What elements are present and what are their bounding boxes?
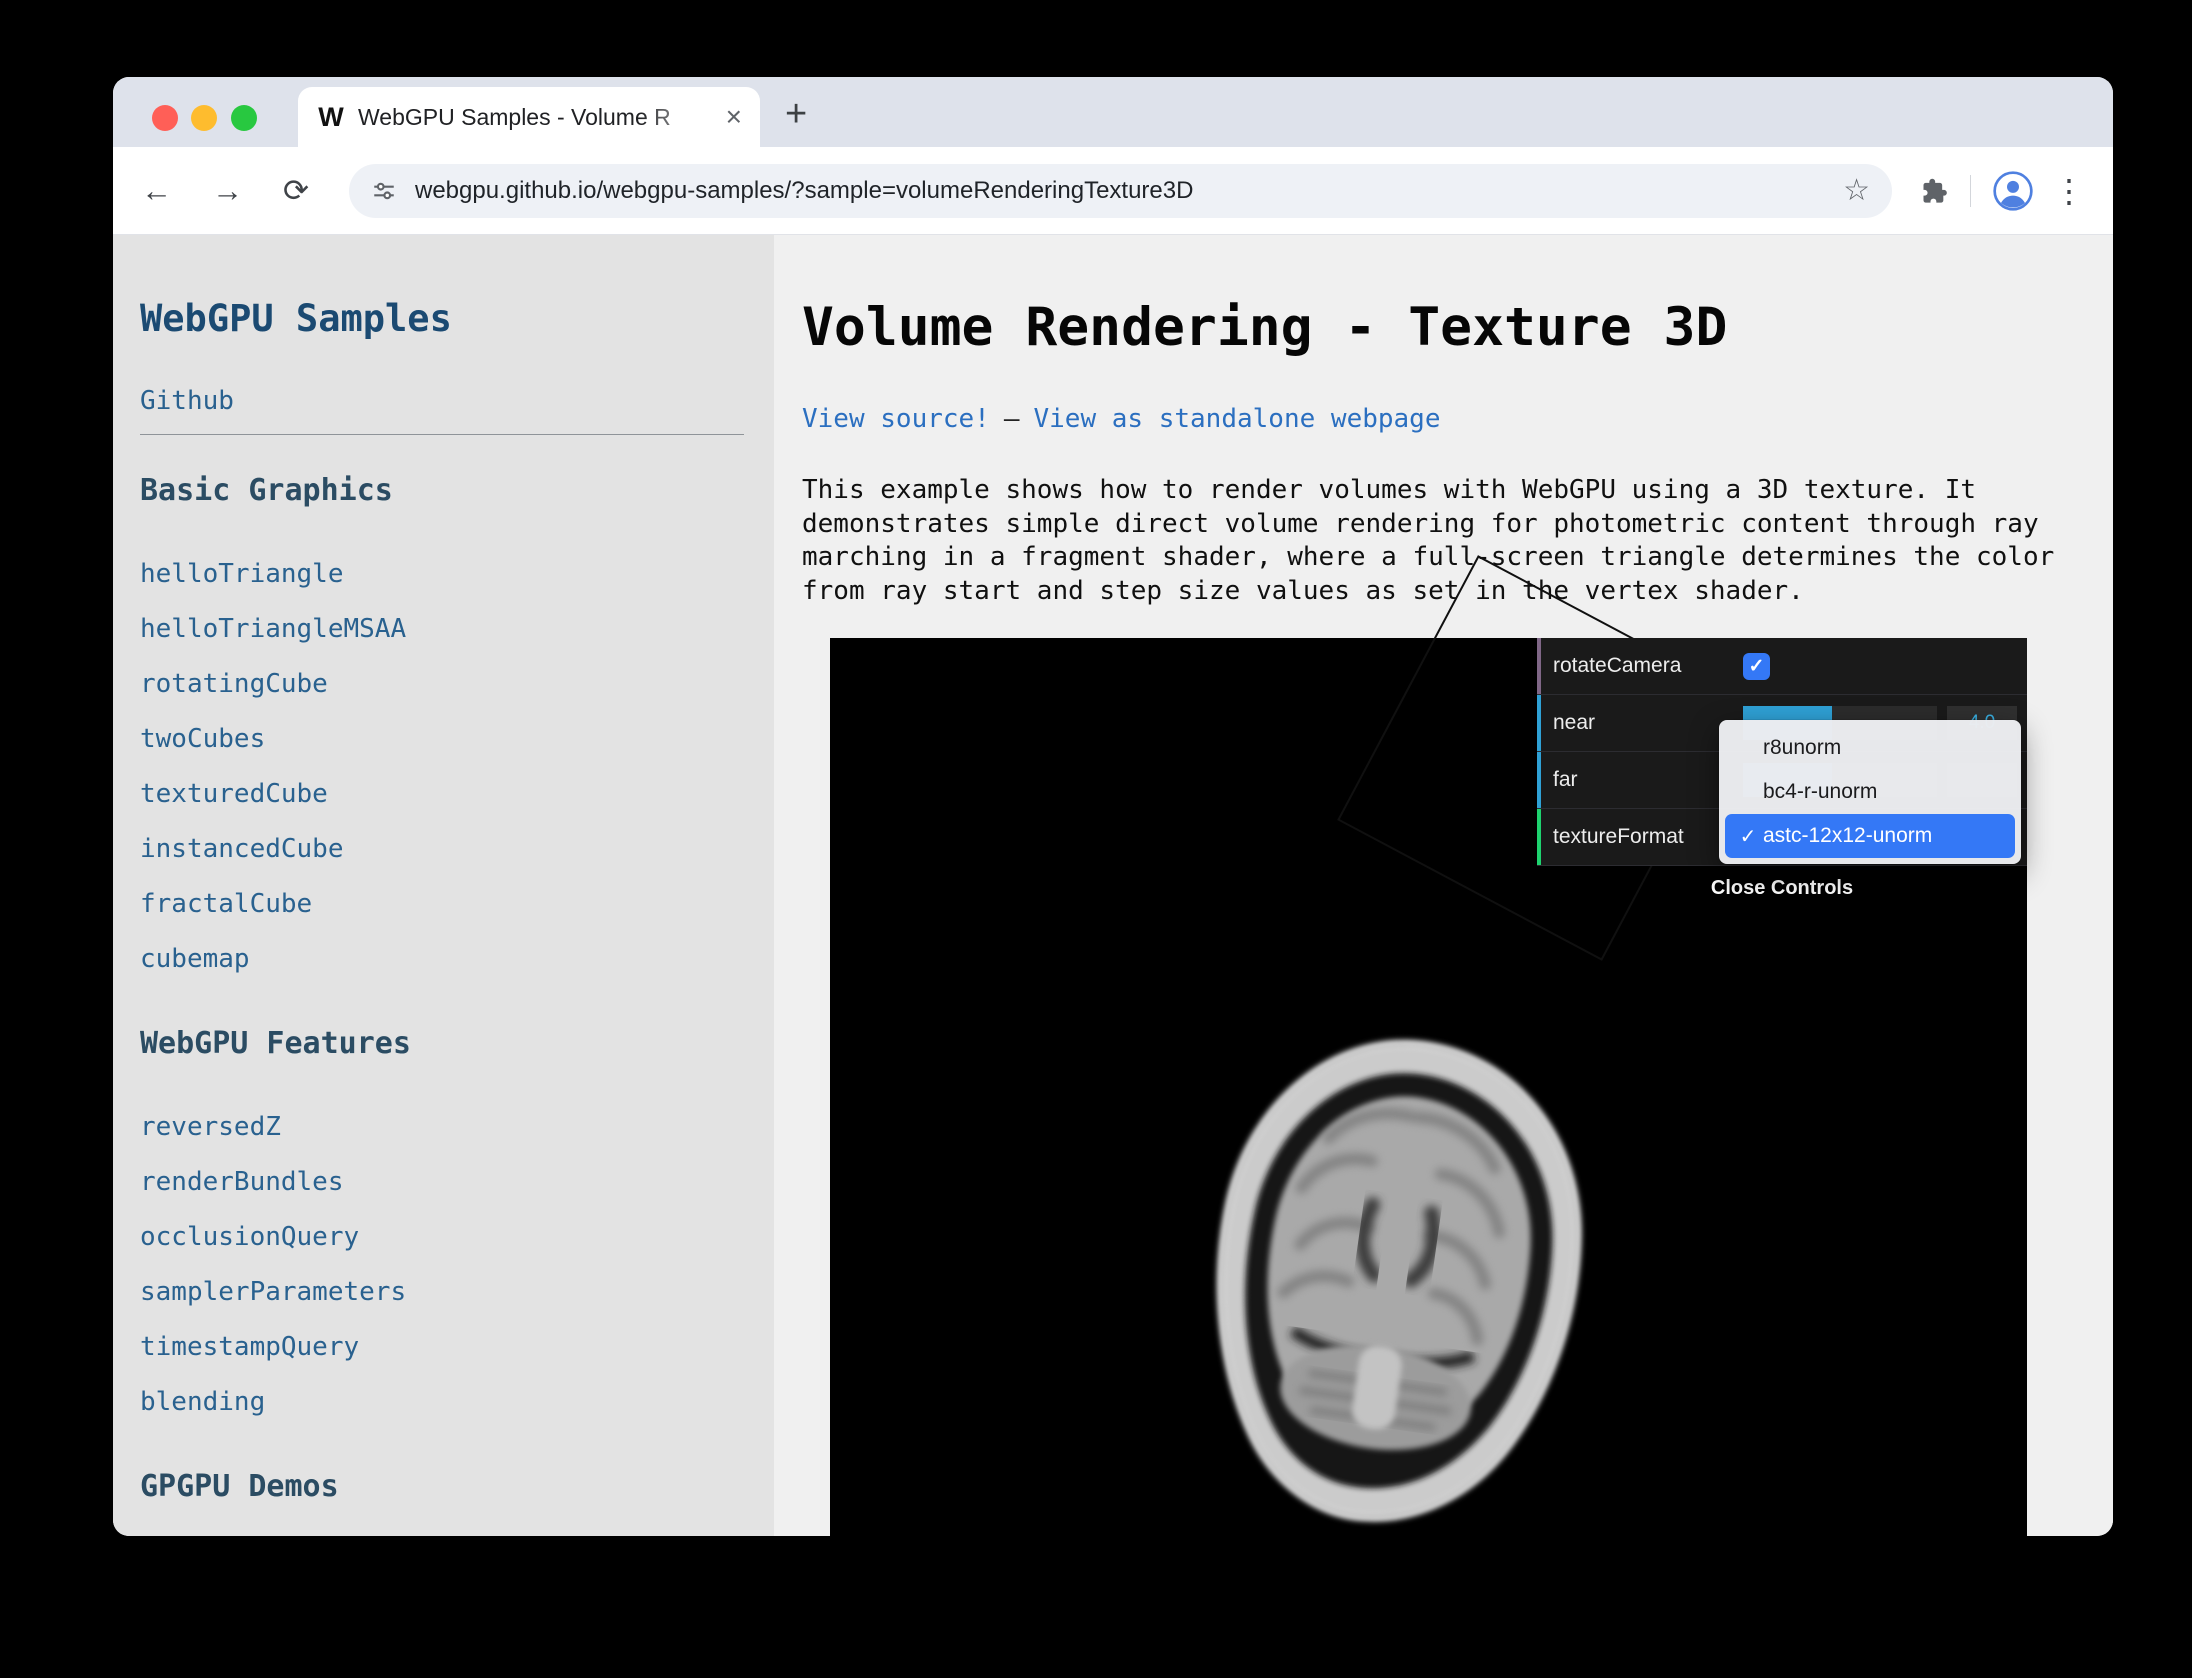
main-content: Volume Rendering - Texture 3D View sourc…	[774, 235, 2113, 1536]
browser-window: W WebGPU Samples - Volume R × + ← → ⟳ we…	[113, 77, 2113, 1536]
close-controls-button[interactable]: Close Controls	[1537, 866, 2027, 910]
page-title: Volume Rendering - Texture 3D	[802, 297, 2113, 358]
list-item: helloTriangleMSAA	[140, 603, 744, 658]
check-icon: ✓	[1733, 824, 1763, 849]
gui-label: near	[1537, 695, 1733, 751]
gui-row-rotatecamera: rotateCamera ✓	[1537, 638, 2027, 695]
sidebar-item-instancedcube[interactable]: instancedCube	[140, 823, 344, 875]
sidebar-item-twocubes[interactable]: twoCubes	[140, 713, 265, 765]
close-tab-icon[interactable]: ×	[726, 103, 742, 131]
option-label: r8unorm	[1763, 736, 1841, 760]
sidebar-list-basic-graphics: helloTriangle helloTriangleMSAA rotating…	[140, 548, 744, 988]
sidebar-item-hellotriangle[interactable]: helloTriangle	[140, 548, 344, 600]
sidebar-item-cubemap[interactable]: cubemap	[140, 933, 250, 985]
sidebar-item-rotatingcube[interactable]: rotatingCube	[140, 658, 328, 710]
extensions-icon[interactable]	[1920, 177, 1948, 205]
check-icon: ✓	[1749, 655, 1765, 678]
browser-toolbar: ← → ⟳ webgpu.github.io/webgpu-samples/?s…	[113, 147, 2113, 235]
rotatecamera-checkbox[interactable]: ✓	[1743, 653, 1770, 680]
forward-icon[interactable]: →	[212, 175, 243, 206]
traffic-light-minimize[interactable]	[191, 105, 217, 131]
standalone-link[interactable]: View as standalone webpage	[1034, 404, 1441, 434]
dropdown-option-astc-12x12-unorm[interactable]: ✓ astc-12x12-unorm	[1725, 814, 2015, 858]
list-item: blending	[140, 1376, 744, 1431]
new-tab-button[interactable]: +	[785, 93, 807, 136]
tab-strip: W WebGPU Samples - Volume R × +	[113, 77, 2113, 147]
gui-label: far	[1537, 752, 1733, 808]
option-label: astc-12x12-unorm	[1763, 824, 1932, 848]
dropdown-option-bc4-r-unorm[interactable]: bc4-r-unorm	[1725, 770, 2015, 814]
render-canvas[interactable]: rotateCamera ✓ near 4.0	[830, 638, 2027, 1536]
url-text: webgpu.github.io/webgpu-samples/?sample=…	[415, 177, 1843, 205]
sidebar-item-occlusionquery[interactable]: occlusionQuery	[140, 1211, 359, 1263]
list-item: cubemap	[140, 933, 744, 988]
list-item: twoCubes	[140, 713, 744, 768]
sidebar-title: WebGPU Samples	[140, 297, 744, 340]
traffic-light-close[interactable]	[152, 105, 178, 131]
list-item: occlusionQuery	[140, 1211, 744, 1266]
reload-icon[interactable]: ⟳	[283, 175, 309, 206]
browser-menu-icon[interactable]: ⋮	[2053, 175, 2085, 207]
sidebar-item-fractalcube[interactable]: fractalCube	[140, 878, 312, 930]
sidebar-item-texturedcube[interactable]: texturedCube	[140, 768, 328, 820]
sidebar-link-github[interactable]: Github	[140, 386, 234, 416]
sidebar-item-timestampquery[interactable]: timestampQuery	[140, 1321, 359, 1373]
sidebar: WebGPU Samples Github Basic Graphics hel…	[113, 235, 774, 1536]
sample-description: This example shows how to render volumes…	[802, 474, 2057, 608]
sidebar-item-reversedz[interactable]: reversedZ	[140, 1101, 281, 1153]
link-separator: —	[1004, 404, 1020, 434]
brain-mri-render	[1142, 1016, 1642, 1536]
dat-gui-panel: rotateCamera ✓ near 4.0	[1537, 638, 2027, 866]
list-item: texturedCube	[140, 768, 744, 823]
profile-avatar[interactable]	[1993, 171, 2033, 211]
gui-label: rotateCamera	[1537, 638, 1733, 694]
textureformat-dropdown: r8unorm bc4-r-unorm ✓ astc-12x12-unorm	[1719, 720, 2021, 864]
list-item: fractalCube	[140, 878, 744, 933]
list-item: renderBundles	[140, 1156, 744, 1211]
back-icon[interactable]: ←	[141, 175, 172, 206]
sidebar-item-samplerparameters[interactable]: samplerParameters	[140, 1266, 406, 1318]
sidebar-item-blending[interactable]: blending	[140, 1376, 265, 1428]
bookmark-star-icon[interactable]: ☆	[1843, 176, 1870, 206]
dropdown-option-r8unorm[interactable]: r8unorm	[1725, 726, 2015, 770]
sidebar-heading-gpgpu-demos: GPGPU Demos	[140, 1469, 744, 1504]
browser-tab[interactable]: W WebGPU Samples - Volume R ×	[298, 87, 760, 147]
page-content: WebGPU Samples Github Basic Graphics hel…	[113, 235, 2113, 1536]
site-info-icon[interactable]	[371, 178, 397, 204]
sample-links: View source! — View as standalone webpage	[802, 404, 2113, 434]
address-bar[interactable]: webgpu.github.io/webgpu-samples/?sample=…	[349, 164, 1892, 218]
list-item: helloTriangle	[140, 548, 744, 603]
sidebar-item-renderbundles[interactable]: renderBundles	[140, 1156, 344, 1208]
list-item: reversedZ	[140, 1101, 744, 1156]
list-item: samplerParameters	[140, 1266, 744, 1321]
toolbar-separator	[1970, 175, 1971, 207]
option-label: bc4-r-unorm	[1763, 780, 1877, 804]
webgpu-favicon-icon: W	[316, 102, 346, 133]
list-item: timestampQuery	[140, 1321, 744, 1376]
tab-title: WebGPU Samples - Volume R	[358, 104, 720, 131]
gui-label: textureFormat	[1537, 809, 1733, 865]
desktop-background: W WebGPU Samples - Volume R × + ← → ⟳ we…	[0, 0, 2192, 1678]
traffic-light-zoom[interactable]	[231, 105, 257, 131]
sidebar-list-webgpu-features: reversedZ renderBundles occlusionQuery s…	[140, 1101, 744, 1431]
list-item: rotatingCube	[140, 658, 744, 713]
sidebar-item-hellotrianglemsaa[interactable]: helloTriangleMSAA	[140, 603, 406, 655]
sidebar-heading-basic-graphics: Basic Graphics	[140, 473, 744, 508]
view-source-link[interactable]: View source!	[802, 404, 990, 434]
sidebar-heading-webgpu-features: WebGPU Features	[140, 1026, 744, 1061]
sidebar-divider	[140, 434, 744, 435]
list-item: instancedCube	[140, 823, 744, 878]
